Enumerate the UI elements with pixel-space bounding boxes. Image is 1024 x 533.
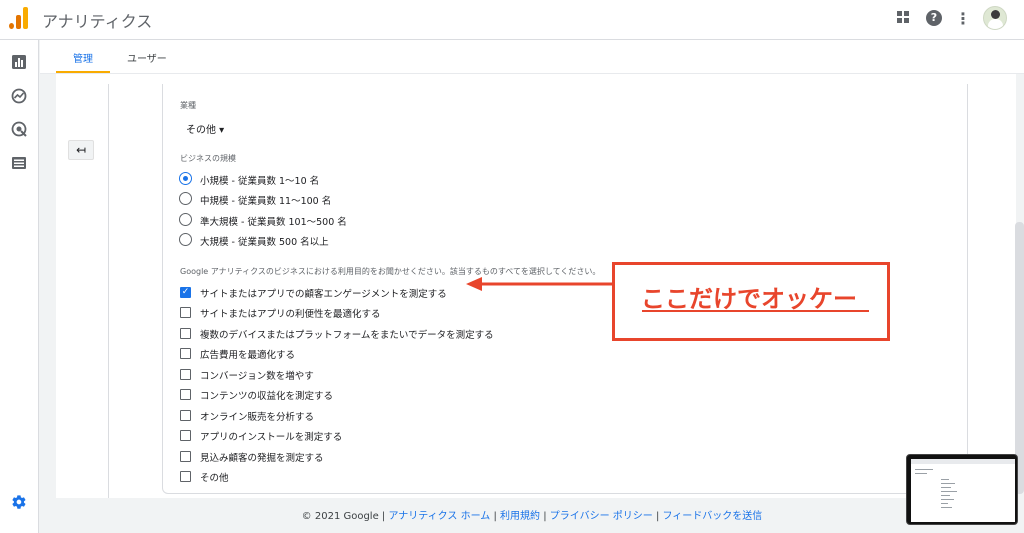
tab-user[interactable]: ユーザー — [127, 50, 167, 65]
stepper-rail — [108, 84, 109, 498]
checkbox-app-installs[interactable] — [180, 430, 191, 441]
side-nav — [0, 40, 39, 533]
checkbox-label-other[interactable]: その他 — [200, 470, 229, 484]
list-icon[interactable] — [11, 155, 27, 171]
top-app-bar: アナリティクス ? ⋮ — [0, 0, 1024, 40]
industry-label: 業種 — [180, 101, 196, 110]
checkbox-engagement[interactable]: ✓ — [180, 287, 191, 298]
tab-bar: 管理 ユーザー — [40, 40, 1024, 74]
checkbox-cross-device[interactable] — [180, 328, 191, 339]
purpose-label: Google アナリティクスのビジネスにおける利用目的をお聞かせください。該当す… — [180, 267, 601, 276]
scrollbar[interactable] — [1015, 222, 1024, 494]
annotation-callout: ここだけでオッケー — [612, 262, 890, 341]
avatar[interactable] — [983, 6, 1007, 30]
bar-chart-icon[interactable] — [11, 54, 27, 70]
checkbox-label-lead-gen[interactable]: 見込み顧客の発掘を測定する — [200, 450, 324, 464]
checkbox-label-conversions[interactable]: コンバージョン数を増やす — [200, 368, 314, 382]
insights-icon[interactable] — [11, 88, 27, 104]
checkbox-label-monetization[interactable]: コンテンツの収益化を測定する — [200, 388, 333, 402]
checkbox-label-engagement[interactable]: サイトまたはアプリでの顧客エンゲージメントを測定する — [200, 286, 447, 300]
checkbox-label-ad-spend[interactable]: 広告費用を最適化する — [200, 347, 295, 361]
grid-icon[interactable] — [896, 10, 914, 28]
checkbox-other[interactable] — [180, 471, 191, 482]
radio-large[interactable] — [179, 233, 192, 246]
checkbox-label-app-installs[interactable]: アプリのインストールを測定する — [200, 429, 342, 443]
analytics-logo-icon[interactable] — [9, 7, 29, 29]
screen-preview-thumbnail[interactable] — [906, 454, 1018, 525]
annotation-arrow-icon — [466, 277, 616, 291]
radio-small[interactable] — [179, 172, 192, 185]
radio-semi-large[interactable] — [179, 213, 192, 226]
radio-label-semi-large[interactable]: 準大規模 - 従業員数 101〜500 名 — [200, 214, 347, 228]
footer-link-feedback[interactable]: フィードバックを送信 — [663, 511, 763, 522]
radio-label-large[interactable]: 大規模 - 従業員数 500 名以上 — [200, 234, 329, 248]
checkbox-label-usability[interactable]: サイトまたはアプリの利便性を最適化する — [200, 306, 381, 320]
checkbox-lead-gen[interactable] — [180, 451, 191, 462]
help-icon[interactable]: ? — [926, 10, 942, 26]
active-tab-indicator — [56, 71, 110, 73]
thumbnail-screen — [911, 459, 1015, 522]
footer-copyright: © 2021 Google | — [301, 511, 386, 522]
checkbox-label-online-sales[interactable]: オンライン販売を分析する — [200, 409, 314, 423]
more-vert-icon[interactable]: ⋮ — [955, 10, 971, 28]
footer: © 2021 Google | アナリティクス ホーム | 利用規約 | プライ… — [0, 507, 1024, 522]
checkbox-ad-spend[interactable] — [180, 348, 191, 359]
explore-icon[interactable] — [11, 121, 27, 137]
industry-dropdown[interactable]: その他 ▾ — [186, 121, 224, 136]
checkbox-online-sales[interactable] — [180, 410, 191, 421]
footer-link-home[interactable]: アナリティクス ホーム — [388, 511, 490, 522]
tab-admin[interactable]: 管理 — [73, 50, 93, 65]
footer-link-terms[interactable]: 利用規約 — [500, 511, 540, 522]
business-size-label: ビジネスの規模 — [180, 154, 236, 163]
checkbox-monetization[interactable] — [180, 389, 191, 400]
back-button[interactable]: ↤ — [68, 140, 94, 160]
annotation-text: ここだけでオッケー — [641, 285, 857, 313]
checkbox-usability[interactable] — [180, 307, 191, 318]
checkbox-label-cross-device[interactable]: 複数のデバイスまたはプラットフォームをまたいでデータを測定する — [200, 327, 494, 341]
radio-label-small[interactable]: 小規模 - 従業員数 1〜10 名 — [200, 173, 319, 187]
checkbox-conversions[interactable] — [180, 369, 191, 380]
radio-label-medium[interactable]: 中規模 - 従業員数 11〜100 名 — [200, 193, 331, 207]
radio-medium[interactable] — [179, 192, 192, 205]
annotation-underline — [642, 310, 869, 312]
footer-link-privacy[interactable]: プライバシー ポリシー — [550, 511, 653, 522]
app-title: アナリティクス — [42, 12, 153, 31]
